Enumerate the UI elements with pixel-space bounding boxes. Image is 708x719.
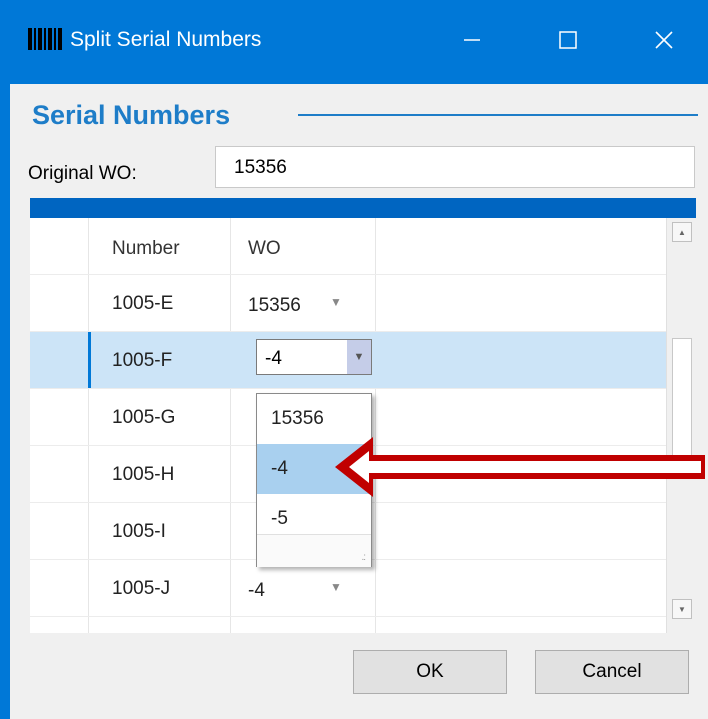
maximize-button[interactable]	[544, 18, 592, 62]
cancel-button[interactable]: Cancel	[535, 650, 689, 694]
chevron-down-icon: ▼	[353, 351, 365, 363]
scroll-up-button[interactable]: ▲	[672, 222, 692, 242]
chevron-down-icon[interactable]: ▼	[330, 295, 342, 309]
serial-grid[interactable]: Number WO 1005-E 15356 ▼ 1005-F 1005-G 1…	[30, 218, 696, 633]
column-header-wo[interactable]: WO	[248, 238, 281, 260]
close-button[interactable]	[640, 18, 688, 62]
cell-wo[interactable]: -4	[248, 580, 265, 602]
triangle-down-icon: ▼	[678, 604, 686, 614]
grid-top-bar	[30, 198, 696, 218]
wo-combobox[interactable]: -4 ▼	[256, 339, 372, 375]
cell-number: 1005-F	[112, 350, 173, 371]
cell-number: 1005-H	[112, 464, 175, 485]
title-bar[interactable]: Split Serial Numbers	[10, 0, 708, 84]
triangle-up-icon: ▲	[678, 227, 686, 237]
ok-button[interactable]: OK	[353, 650, 507, 694]
group-divider	[298, 114, 698, 116]
cell-number: 1005-G	[112, 407, 176, 428]
original-wo-label: Original WO:	[28, 163, 137, 184]
cell-wo[interactable]: 15356	[248, 295, 301, 317]
cell-number: 1005-I	[112, 521, 166, 542]
barcode-icon	[28, 28, 62, 50]
maximize-icon	[559, 31, 577, 49]
chevron-down-icon[interactable]: ▼	[330, 580, 342, 594]
group-header: Serial Numbers	[32, 100, 231, 130]
table-row[interactable]: 1005-E 15356 ▼	[30, 275, 696, 331]
column-header-number[interactable]: Number	[112, 238, 180, 260]
selection-marker	[88, 332, 91, 388]
grid-header-row: Number WO	[30, 218, 696, 274]
table-row[interactable]: 1005-J -4 ▼	[30, 560, 696, 616]
dialog-window: Split Serial Numbers Serial Numbers Orig…	[10, 0, 708, 719]
window-border	[0, 0, 10, 719]
original-wo-field[interactable]: 15356	[215, 146, 695, 188]
close-icon	[655, 31, 673, 49]
minimize-button[interactable]	[448, 18, 496, 62]
cell-number: 1005-J	[112, 578, 171, 599]
minimize-icon	[464, 39, 480, 41]
resize-grip-icon: .:	[361, 552, 365, 563]
scroll-down-button[interactable]: ▼	[672, 599, 692, 619]
vertical-scrollbar[interactable]: ▲ ▼	[666, 218, 696, 633]
window-title: Split Serial Numbers	[70, 28, 262, 51]
annotation-arrow-icon	[335, 437, 705, 497]
resize-grip[interactable]: .:	[257, 534, 371, 567]
dropdown-toggle-button[interactable]: ▼	[347, 340, 371, 374]
cell-number: 1005-E	[112, 293, 174, 314]
combobox-value: -4	[265, 348, 282, 369]
row-divider	[30, 616, 666, 617]
